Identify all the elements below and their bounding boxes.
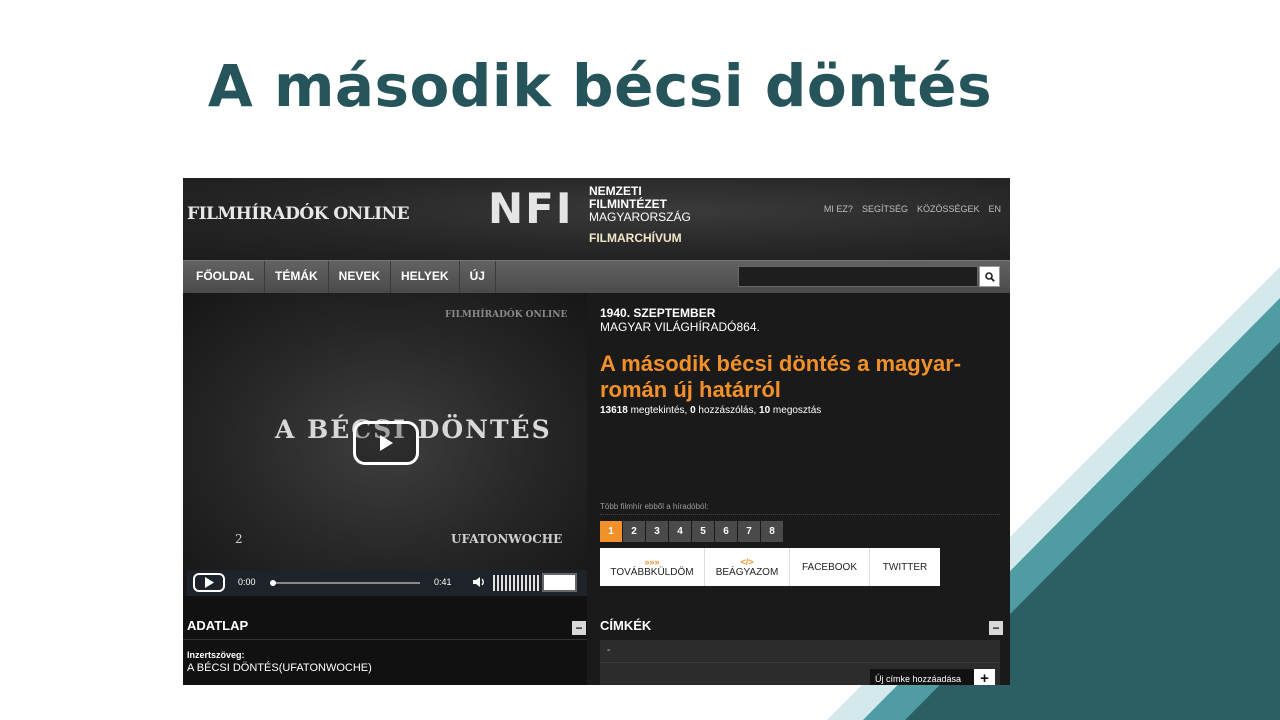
fullscreen-button[interactable] xyxy=(542,573,577,592)
progress-bar[interactable] xyxy=(270,580,420,586)
page-button[interactable]: 7 xyxy=(738,521,760,542)
page-button[interactable]: 2 xyxy=(623,521,645,542)
volume-icon[interactable] xyxy=(472,575,486,594)
top-links: MI EZ? SEGÍTSÉG KÖZÖSSÉGEK EN xyxy=(824,204,1001,214)
plus-icon: + xyxy=(974,669,995,685)
video-frame-number: 2 xyxy=(235,532,243,546)
cimkek-title: CÍMKÉK xyxy=(600,618,652,633)
forward-label: TOVÁBBKÜLDÖM xyxy=(610,566,694,578)
inzert-label: Inzertszöveg: xyxy=(187,650,245,660)
progress-knob[interactable] xyxy=(270,580,276,586)
slide-title: A második bécsi döntés xyxy=(207,52,993,120)
lower-panels: ADATLAP − Inzertszöveg: A BÉCSI DÖNTÉS(U… xyxy=(183,596,1010,685)
search-button[interactable] xyxy=(979,266,1000,287)
link-mi-ez[interactable]: MI EZ? xyxy=(824,204,853,214)
site-header: FILMHÍRADÓK ONLINE NFI NEMZETI FILMINTÉZ… xyxy=(183,178,1010,260)
embed-button[interactable]: </> BEÁGYAZOM xyxy=(705,548,790,586)
views-count: 13618 xyxy=(600,405,628,416)
video-controls: 0:00 0:41 xyxy=(187,570,591,596)
divider xyxy=(183,639,587,640)
nav-item-uj[interactable]: ÚJ xyxy=(460,261,496,294)
embed-label: BEÁGYAZOM xyxy=(715,566,779,578)
newsreel-date: 1940. SZEPTEMBER xyxy=(600,306,716,320)
site-logo[interactable]: FILMHÍRADÓK ONLINE xyxy=(187,204,410,224)
collapse-button[interactable]: − xyxy=(989,621,1003,635)
time-current: 0:00 xyxy=(238,577,256,587)
video-stats: 13618 megtekintés, 0 hozzászólás, 10 meg… xyxy=(600,405,821,416)
cimkek-panel: CÍMKÉK − - Új címke hozzáadása + xyxy=(587,596,1010,685)
pagination: 1 2 3 4 5 6 7 8 xyxy=(600,521,783,542)
nfi-line: FILMARCHÍVUM xyxy=(589,231,682,245)
comments-label: hozzászólás, xyxy=(698,405,757,416)
video-watermark: FILMHÍRADÓK ONLINE xyxy=(445,310,568,320)
collapse-button[interactable]: − xyxy=(572,621,586,635)
page-button[interactable]: 5 xyxy=(692,521,714,542)
shares-label: megosztás xyxy=(772,405,822,416)
play-icon xyxy=(205,577,214,588)
tag-list: - Új címke hozzáadása + xyxy=(600,640,1000,685)
play-icon xyxy=(380,435,393,451)
nfi-name: NEMZETI FILMINTÉZET MAGYARORSZÁG FILMARC… xyxy=(589,185,691,245)
divider xyxy=(600,662,1000,663)
more-label: Több filmhír ebből a híradóból: xyxy=(600,502,709,511)
divider xyxy=(600,514,1000,515)
nfi-logo[interactable]: NFI xyxy=(488,184,573,233)
video-player[interactable]: FILMHÍRADÓK ONLINE A BÉCSI DÖNTÉS 2 UFAT… xyxy=(183,293,587,596)
comments-count: 0 xyxy=(690,405,696,416)
share-bar: »»» TOVÁBBKÜLDÖM </> BEÁGYAZOM FACEBOOK … xyxy=(600,548,940,586)
nfi-line: MAGYARORSZÁG xyxy=(589,210,691,224)
page-button[interactable]: 1 xyxy=(600,521,622,542)
volume-slider[interactable] xyxy=(493,575,539,591)
search-icon xyxy=(984,271,995,282)
nav-bar: FŐOLDAL TÉMÁK NEVEK HELYEK ÚJ xyxy=(183,260,1010,294)
adatlap-panel: ADATLAP − Inzertszöveg: A BÉCSI DÖNTÉS(U… xyxy=(183,596,587,685)
nav-item-helyek[interactable]: HELYEK xyxy=(391,261,460,294)
nav-item-fooldal[interactable]: FŐOLDAL xyxy=(186,261,265,294)
add-tag-button[interactable]: Új címke hozzáadása + xyxy=(870,669,995,685)
nav-item-nevek[interactable]: NEVEK xyxy=(329,261,392,294)
page-button[interactable]: 8 xyxy=(761,521,783,542)
tag-item: - xyxy=(607,645,611,656)
link-language[interactable]: EN xyxy=(988,204,1001,214)
nav-item-temak[interactable]: TÉMÁK xyxy=(265,261,329,294)
inzert-value: A BÉCSI DÖNTÉS(UFATONWOCHE) xyxy=(187,662,372,674)
search-input[interactable] xyxy=(738,266,978,287)
page-button[interactable]: 6 xyxy=(715,521,737,542)
forward-button[interactable]: »»» TOVÁBBKÜLDÖM xyxy=(600,548,705,586)
page-button[interactable]: 4 xyxy=(669,521,691,542)
add-tag-label: Új címke hozzáadása xyxy=(875,674,962,684)
time-total: 0:41 xyxy=(434,577,452,587)
forward-icon: »»» xyxy=(644,556,660,567)
link-segitseg[interactable]: SEGÍTSÉG xyxy=(862,204,908,214)
video-info-panel: 1940. SZEPTEMBER MAGYAR VILÁGHÍRADÓ864. … xyxy=(587,293,1010,596)
twitter-button[interactable]: TWITTER xyxy=(870,548,940,586)
embed-icon: </> xyxy=(740,556,754,567)
adatlap-title: ADATLAP xyxy=(187,618,249,633)
link-kozossegek[interactable]: KÖZÖSSÉGEK xyxy=(917,204,980,214)
slide: A második bécsi döntés FILMHÍRADÓK ONLIN… xyxy=(0,0,1280,720)
video-title: A második bécsi döntés a magyar-román új… xyxy=(600,351,962,402)
video-frame-credit: UFATONWOCHE xyxy=(451,532,563,546)
facebook-button[interactable]: FACEBOOK xyxy=(790,548,870,586)
newsreel-name[interactable]: MAGYAR VILÁGHÍRADÓ864. xyxy=(600,320,760,334)
website-screenshot: FILMHÍRADÓK ONLINE NFI NEMZETI FILMINTÉZ… xyxy=(183,178,1010,685)
page-button[interactable]: 3 xyxy=(646,521,668,542)
shares-count: 10 xyxy=(759,405,771,416)
views-label: megtekintés, xyxy=(630,405,688,416)
play-button[interactable] xyxy=(193,573,225,592)
big-play-button[interactable] xyxy=(353,421,419,465)
